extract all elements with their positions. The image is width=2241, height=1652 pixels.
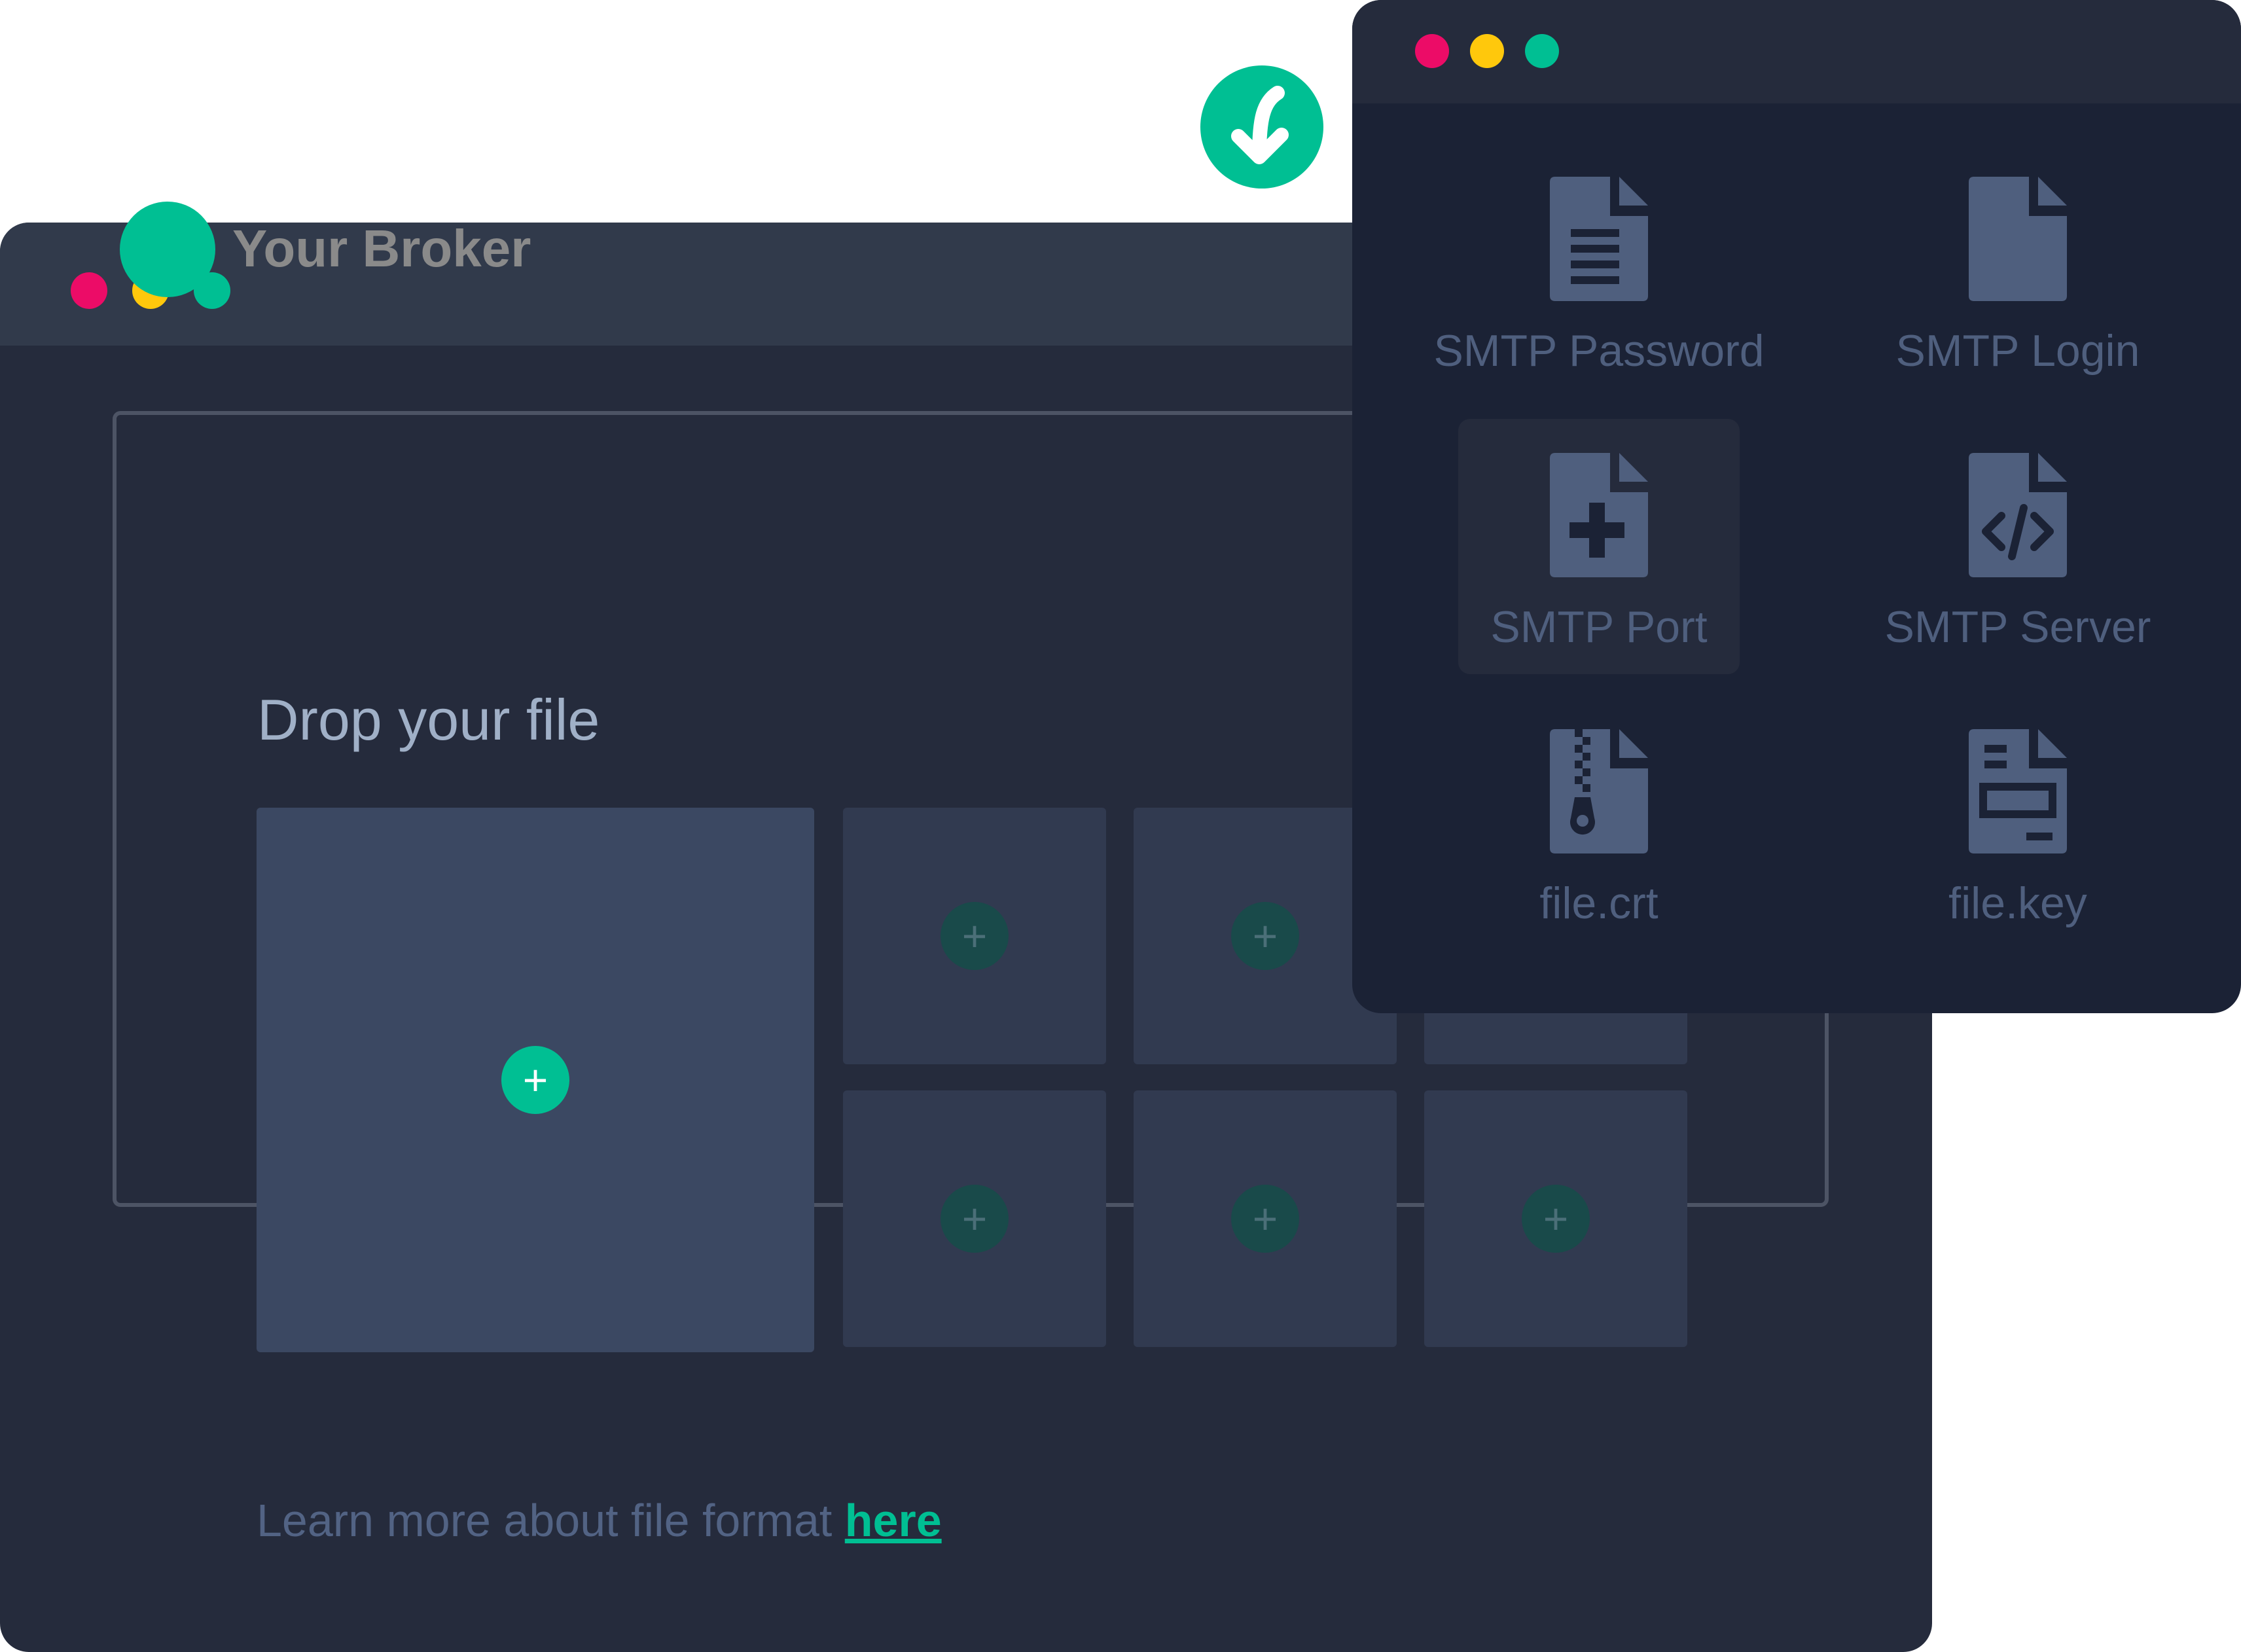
file-item-label: file.crt [1539,878,1658,928]
document-key-icon [1969,729,2067,853]
close-window-button[interactable] [1415,34,1449,68]
maximize-window-button[interactable] [1525,34,1559,68]
file-item-file-crt[interactable]: file.crt [1458,695,1740,950]
file-item-smtp-server[interactable]: SMTP Server [1877,419,2159,674]
upload-slot-primary[interactable]: + [257,808,814,1352]
file-panel-titlebar [1352,0,2241,103]
add-file-icon[interactable]: + [941,902,1009,970]
file-format-help-link[interactable]: here [845,1495,942,1546]
file-item-smtp-login[interactable]: SMTP Login [1877,143,2159,398]
minimize-window-button[interactable] [1470,34,1504,68]
document-blank-icon [1969,177,2067,301]
add-file-icon[interactable]: + [501,1046,569,1114]
file-item-file-key[interactable]: file.key [1877,695,2159,950]
upload-slot[interactable]: + [843,808,1106,1064]
file-item-smtp-password[interactable]: SMTP Password [1433,143,1765,398]
file-format-help: Learn more about file format here [257,1491,942,1550]
add-file-icon[interactable]: + [1231,902,1299,970]
brand-logo [120,202,215,297]
brand-name: Your Broker [232,219,531,278]
upload-slot[interactable]: + [1134,1090,1397,1347]
file-panel-window: SMTP Password SMTP Login SMTP Port SMTP … [1352,0,2241,1013]
download-arrow-icon [1200,65,1323,189]
file-format-help-text: Learn more about file format [257,1495,845,1546]
document-lines-icon [1550,177,1648,301]
document-plus-icon [1550,453,1648,577]
file-item-label: SMTP Login [1895,326,2140,376]
drop-zone-title: Drop your file [257,687,600,752]
file-item-label: file.key [1948,878,2087,928]
file-item-smtp-port[interactable]: SMTP Port [1458,419,1740,674]
add-file-icon[interactable]: + [941,1185,1009,1253]
document-zip-icon [1550,729,1648,853]
document-code-icon [1969,453,2067,577]
add-file-icon[interactable]: + [1522,1185,1590,1253]
close-window-button[interactable] [71,272,107,309]
upload-slot[interactable]: + [1424,1090,1687,1347]
file-item-label: SMTP Port [1490,602,1708,652]
file-item-label: SMTP Server [1884,602,2151,652]
add-file-icon[interactable]: + [1231,1185,1299,1253]
upload-slot[interactable]: + [843,1090,1106,1347]
file-item-label: SMTP Password [1433,326,1765,376]
